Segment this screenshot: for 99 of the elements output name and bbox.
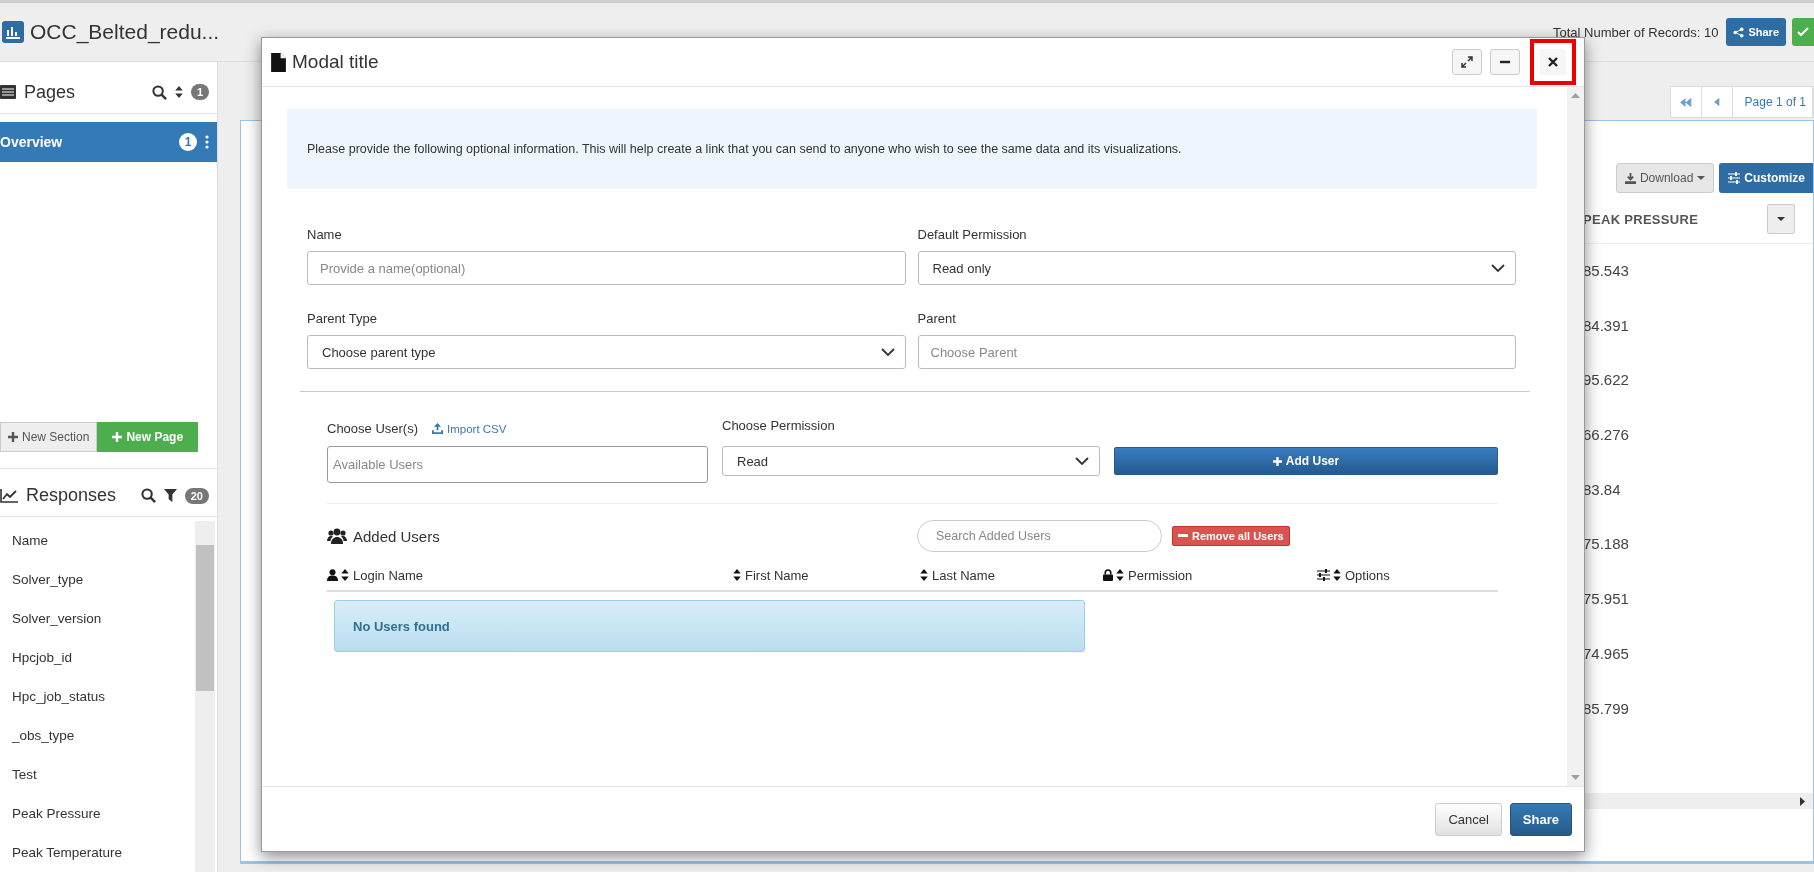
remove-all-button[interactable]: Remove all Users [1172, 526, 1290, 546]
table-cell-text: 75.188 [1582, 534, 1630, 555]
check-button[interactable] [1792, 18, 1814, 46]
right-arrow-icon[interactable] [1800, 796, 1805, 806]
download-icon [1624, 172, 1636, 184]
page-badge: 1 [179, 133, 197, 152]
kebab-icon[interactable] [205, 135, 209, 150]
new-section-button[interactable]: New Section [0, 422, 98, 453]
column-header[interactable]: Options [1345, 567, 1390, 583]
download-button[interactable]: Download [1615, 163, 1715, 193]
response-item[interactable]: Test [0, 755, 217, 794]
select-field[interactable]: Choose parent type [307, 335, 906, 369]
column-header[interactable]: First Name [745, 567, 809, 583]
search-field[interactable]: Search Added Users [917, 520, 1162, 552]
field-label: Default Permission [917, 227, 1028, 243]
sliders-icon [1728, 172, 1741, 184]
close-icon [1547, 56, 1559, 68]
check-icon [1797, 26, 1809, 38]
response-item[interactable]: Peak Pressure [0, 794, 217, 833]
sort-icon [174, 86, 183, 99]
file-icon [271, 52, 286, 72]
count-badge: 20 [184, 487, 209, 504]
search-icon[interactable] [151, 84, 167, 100]
left-icon [1713, 98, 1720, 106]
field-label: Choose User(s) [327, 421, 419, 436]
expand-icon [1461, 56, 1473, 68]
field-label: Name [307, 227, 343, 243]
double-left-icon [1679, 97, 1692, 107]
response-item[interactable]: Name [0, 521, 217, 560]
plus-icon [112, 432, 123, 443]
users-field[interactable]: Available Users [327, 446, 708, 483]
share-button[interactable]: Share [1509, 802, 1572, 836]
close-button[interactable] [1530, 39, 1576, 85]
line-chart-icon [0, 488, 18, 503]
table-cell-text: 95.622 [1582, 370, 1630, 391]
response-item[interactable]: Solver_version [0, 599, 217, 638]
table-cell-text: 85.799 [1582, 698, 1630, 719]
chevron-down-icon [1075, 456, 1089, 466]
panel-title: Pages [24, 81, 77, 103]
sliders-icon [1317, 569, 1330, 581]
caret-icon [1777, 217, 1785, 221]
column-header[interactable]: Login Name [353, 567, 424, 583]
page-indicator: Page 1 of 1 [1732, 87, 1813, 117]
user-icon [327, 569, 338, 581]
records-count: Total Number of Records: 10 [1552, 24, 1719, 40]
empty-message: No Users found [334, 600, 1085, 652]
table-cell-text: 75.951 [1582, 589, 1630, 610]
plus-icon [8, 432, 18, 443]
minus-icon [1178, 534, 1188, 538]
import-csv-link[interactable]: Import CSV [432, 422, 507, 435]
plus-icon [1272, 456, 1282, 466]
expand-button[interactable] [1452, 49, 1482, 75]
permission-select[interactable]: Read [722, 446, 1100, 476]
share-button[interactable]: Share [1726, 18, 1786, 46]
search-icon[interactable] [140, 488, 156, 504]
upload-icon [432, 423, 444, 434]
chevron-down-icon [880, 347, 895, 357]
response-item[interactable]: Hpcjob_id [0, 638, 217, 677]
sort-icon[interactable] [733, 569, 741, 581]
sort-icon[interactable] [1116, 569, 1124, 581]
response-item[interactable]: Hpc_job_status [0, 677, 217, 716]
field-label: Parent [917, 311, 957, 327]
response-item[interactable]: _obs_type [0, 716, 217, 755]
column-header[interactable]: Permission [1128, 567, 1193, 583]
response-item[interactable]: Peak Temperature [0, 833, 217, 872]
caret-icon [1697, 176, 1706, 180]
text-field[interactable]: Choose Parent [917, 335, 1516, 369]
chart-logo-icon [2, 21, 24, 43]
page-item[interactable]: Overview 1 [0, 121, 217, 163]
count-badge: 1 [190, 84, 209, 101]
sort-icon[interactable] [920, 569, 928, 581]
info-message: Please provide the following optional information. This will help create a link that you can send to anyone who wish to see the same data and its visualizations. [287, 109, 1537, 189]
table-cell-text: 66.276 [1582, 425, 1630, 446]
add-user-button[interactable]: Add User [1114, 447, 1498, 475]
section-title: Added Users [353, 527, 440, 545]
column-menu-button[interactable] [1767, 204, 1795, 234]
customize-button[interactable]: Customize [1719, 163, 1813, 193]
share-icon [1733, 26, 1745, 38]
table-cell-text: 84.391 [1582, 315, 1630, 336]
lock-icon [1103, 569, 1113, 581]
text-field[interactable]: Provide a name(optional) [307, 251, 906, 285]
page-name: Overview [0, 134, 64, 151]
minimize-button[interactable] [1490, 49, 1520, 75]
table-cell-text: 85.543 [1582, 261, 1630, 281]
panel-title: Responses [26, 485, 118, 507]
field-label: Choose Permission [722, 418, 836, 434]
table-cell-text: 74.965 [1582, 643, 1630, 664]
cancel-button[interactable]: Cancel [1435, 802, 1502, 836]
response-item[interactable]: Solver_type [0, 560, 217, 599]
select-field[interactable]: Read only [917, 251, 1516, 285]
filter-icon[interactable] [163, 489, 177, 503]
modal-title: Modal title [292, 51, 380, 73]
users-icon [327, 528, 347, 544]
chevron-down-icon [1491, 263, 1505, 273]
column-header[interactable]: Last Name [932, 567, 995, 583]
field-label: Parent Type [307, 311, 378, 327]
sort-icon[interactable] [341, 569, 349, 581]
sort-icon[interactable] [1333, 569, 1341, 581]
app-title: OCC_Belted_redu... [30, 20, 220, 44]
